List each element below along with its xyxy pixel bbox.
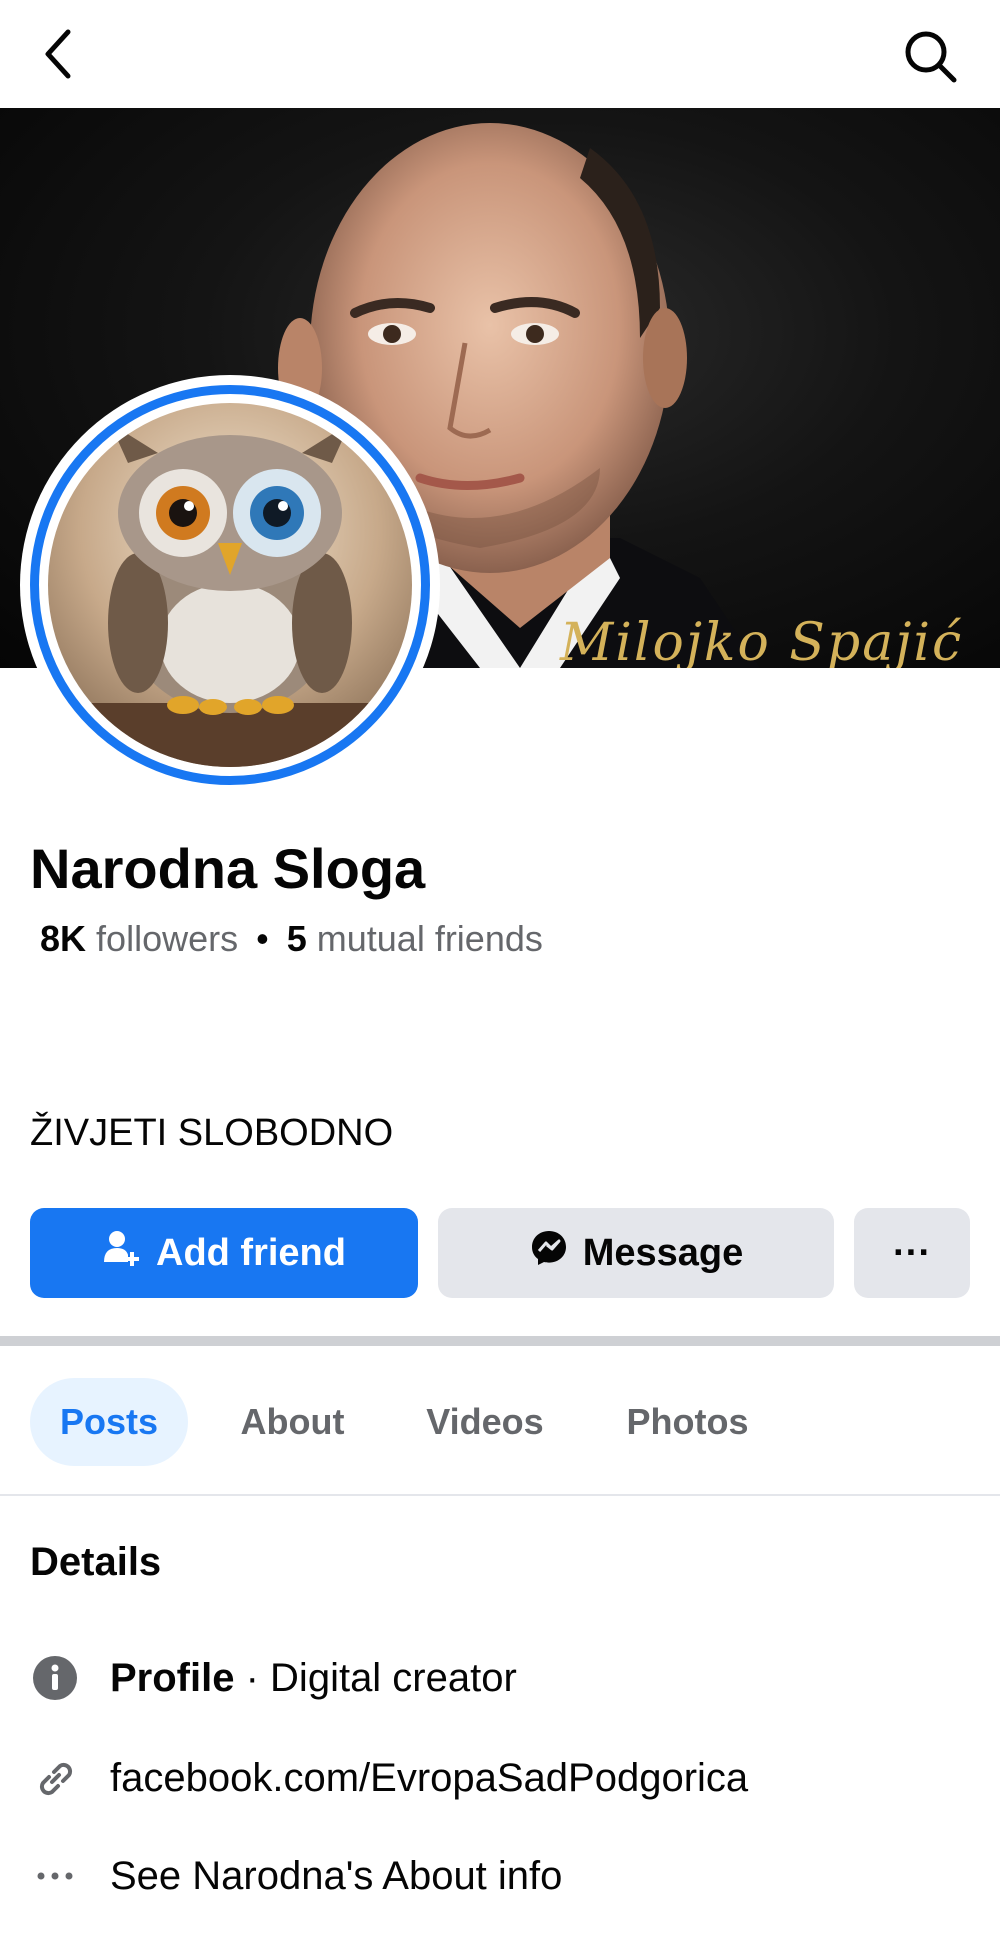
profile-bio: ŽIVJETI SLOBODNO — [30, 1112, 394, 1154]
tabs-divider — [0, 1494, 1000, 1496]
chevron-left-icon — [45, 29, 71, 79]
detail-website[interactable]: facebook.com/EvropaSadPodgorica — [30, 1748, 748, 1808]
message-button[interactable]: Message — [438, 1208, 834, 1298]
tab-about[interactable]: About — [210, 1378, 375, 1466]
profile-stats: 8K followers • 5 mutual friends — [40, 918, 543, 960]
mutual-label[interactable]: mutual friends — [317, 918, 543, 959]
message-label: Message — [582, 1231, 744, 1274]
messenger-icon — [529, 1228, 569, 1278]
search-button[interactable] — [900, 26, 960, 86]
detail-profile-type: Profile · Digital creator — [30, 1648, 517, 1708]
website-link[interactable]: facebook.com/EvropaSadPodgorica — [110, 1756, 748, 1801]
separator-dot: • — [256, 918, 269, 959]
more-icon: ··· — [893, 1231, 931, 1274]
cover-signature: Milojko Spajić — [560, 613, 964, 668]
profile-label: Profile — [110, 1655, 235, 1700]
back-button[interactable] — [34, 24, 84, 84]
owl-avatar-image — [48, 423, 412, 767]
add-person-icon — [102, 1228, 142, 1278]
detail-about-info[interactable]: See Narodna's About info — [30, 1846, 562, 1906]
about-info-link[interactable]: See Narodna's About info — [110, 1854, 562, 1899]
add-friend-label: Add friend — [156, 1231, 346, 1274]
details-heading: Details — [30, 1540, 162, 1584]
more-horizontal-icon — [30, 1851, 80, 1901]
top-bar — [0, 0, 1000, 108]
profile-tabs: Posts About Videos Photos — [0, 1378, 1000, 1468]
followers-label[interactable]: followers — [96, 918, 238, 959]
section-divider — [0, 1336, 1000, 1346]
profile-name: Narodna Sloga — [30, 837, 426, 900]
tab-videos[interactable]: Videos — [400, 1378, 570, 1466]
add-friend-button[interactable]: Add friend — [30, 1208, 418, 1298]
avatar[interactable] — [48, 403, 412, 767]
more-options-button[interactable]: ··· — [854, 1208, 970, 1298]
info-icon — [30, 1653, 80, 1703]
search-icon — [905, 31, 957, 83]
mutual-count[interactable]: 5 — [287, 918, 307, 959]
tab-photos[interactable]: Photos — [600, 1378, 775, 1466]
profile-category: · Digital creator — [245, 1655, 517, 1700]
tab-posts[interactable]: Posts — [30, 1378, 188, 1466]
link-icon — [30, 1753, 80, 1803]
followers-count[interactable]: 8K — [40, 918, 86, 959]
